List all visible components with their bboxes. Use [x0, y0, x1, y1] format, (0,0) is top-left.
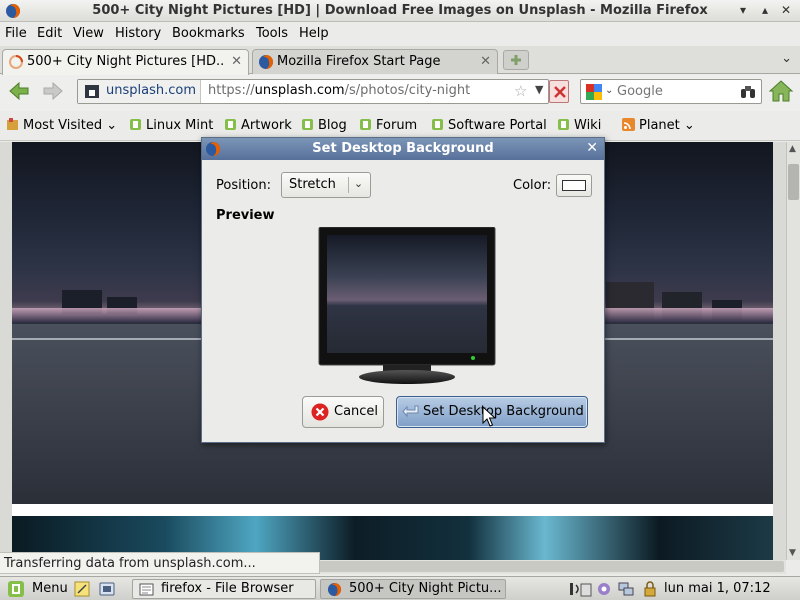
- bookmark-star-icon[interactable]: ☆: [514, 82, 527, 100]
- clock[interactable]: lun mai 1, 07:12: [664, 581, 771, 596]
- mouse-cursor-icon: [482, 406, 496, 427]
- menu-history[interactable]: History: [115, 26, 161, 41]
- mint-icon: [558, 119, 569, 130]
- text-editor-icon[interactable]: [74, 581, 90, 597]
- horizontal-scrollbar-thumb[interactable]: [318, 561, 784, 572]
- monitor-preview: [318, 227, 496, 384]
- menu-bookmarks[interactable]: Bookmarks: [172, 26, 245, 41]
- taskbar-item-firefox[interactable]: 500+ City Night Pictu...: [320, 579, 506, 599]
- apply-arrow-icon: [402, 405, 419, 418]
- search-engine-dropdown-icon[interactable]: ⌄: [605, 85, 613, 96]
- bookmark-blog[interactable]: Blog: [301, 118, 347, 133]
- bookmark-artwork[interactable]: Artwork: [224, 118, 292, 133]
- taskbar-item-file-browser[interactable]: firefox - File Browser: [132, 579, 316, 599]
- menu-button[interactable]: Menu: [32, 581, 68, 596]
- close-window-button[interactable]: ✕: [778, 2, 794, 18]
- menu-tools[interactable]: Tools: [256, 26, 288, 41]
- color-swatch: [562, 180, 586, 191]
- dialog-titlebar[interactable]: Set Desktop Background ✕: [202, 138, 604, 160]
- terminal-icon[interactable]: [99, 581, 115, 597]
- dialog-title: Set Desktop Background: [312, 141, 494, 156]
- cancel-button[interactable]: Cancel: [302, 396, 384, 428]
- bookmark-linux-mint[interactable]: Linux Mint: [129, 118, 213, 133]
- mint-icon: [130, 119, 141, 130]
- window-titlebar[interactable]: 500+ City Night Pictures [HD] | Download…: [0, 0, 800, 22]
- menu-file[interactable]: File: [5, 26, 27, 41]
- bookmark-planet[interactable]: Planet ⌄: [622, 118, 695, 133]
- bookmark-most-visited[interactable]: Most Visited ⌄: [6, 118, 117, 133]
- scrollbar-thumb[interactable]: [788, 164, 799, 200]
- preview-label: Preview: [216, 208, 275, 223]
- horizontal-scrollbar[interactable]: [318, 560, 786, 574]
- tab-firefox-start[interactable]: Mozilla Firefox Start Page ✕: [252, 49, 498, 74]
- url-bar[interactable]: unsplash.com https://unsplash.com/s/phot…: [77, 79, 549, 104]
- tab-close-icon[interactable]: ✕: [480, 54, 491, 69]
- loading-icon: [9, 55, 23, 69]
- vertical-scrollbar[interactable]: ▲ ▼: [786, 142, 800, 560]
- forward-arrow-icon[interactable]: [41, 79, 65, 103]
- window-title: 500+ City Night Pictures [HD] | Download…: [92, 3, 708, 18]
- lock-icon[interactable]: [642, 581, 658, 597]
- site-identity-icon: [85, 85, 99, 98]
- settings-icon[interactable]: [596, 581, 612, 597]
- tab-label: Mozilla Firefox Start Page: [277, 54, 441, 69]
- tab-unsplash[interactable]: 500+ City Night Pictures [HD... ✕: [2, 49, 249, 75]
- network-icon[interactable]: [618, 581, 634, 597]
- cancel-icon: [311, 403, 329, 421]
- menu-view[interactable]: View: [73, 26, 104, 41]
- scroll-down-icon[interactable]: ▼: [789, 548, 796, 558]
- chevron-down-icon: ⌄: [348, 177, 368, 193]
- identity-domain: unsplash.com: [106, 83, 196, 98]
- home-icon[interactable]: [768, 79, 794, 103]
- mint-icon: [302, 119, 313, 130]
- url-text[interactable]: https://unsplash.com/s/photos/city-night: [208, 83, 470, 98]
- maximize-button[interactable]: ▴: [757, 2, 773, 18]
- stop-button[interactable]: [549, 80, 569, 103]
- set-desktop-background-dialog: Set Desktop Background ✕ Position: Stret…: [201, 137, 605, 443]
- mint-menu-icon[interactable]: [8, 581, 24, 597]
- menu-bar: File Edit View History Bookmarks Tools H…: [0, 23, 800, 45]
- binoculars-icon[interactable]: [739, 83, 757, 101]
- back-arrow-icon[interactable]: [7, 79, 31, 103]
- color-picker-button[interactable]: [556, 174, 592, 197]
- taskbar: Menu firefox - File Browser 500+ City Ni…: [0, 576, 800, 600]
- clipboard-icon[interactable]: [578, 581, 594, 597]
- tab-list-chevron-icon[interactable]: ⌄: [781, 51, 792, 66]
- search-bar[interactable]: ⌄: [580, 79, 762, 104]
- mint-icon: [225, 119, 236, 130]
- mint-icon: [432, 119, 443, 130]
- tab-close-icon[interactable]: ✕: [231, 54, 242, 69]
- menu-help[interactable]: Help: [299, 26, 329, 41]
- bookmark-software-portal[interactable]: Software Portal: [431, 118, 547, 133]
- plus-icon: [511, 55, 521, 65]
- folder-icon: [139, 583, 154, 596]
- bookmark-folder-icon: [7, 118, 18, 130]
- mint-icon: [360, 119, 371, 130]
- dialog-close-icon[interactable]: ✕: [586, 140, 598, 156]
- new-tab-button[interactable]: [503, 50, 529, 70]
- menu-edit[interactable]: Edit: [37, 26, 62, 41]
- google-icon[interactable]: [585, 83, 603, 101]
- bookmark-forum[interactable]: Forum: [359, 118, 417, 133]
- chevron-down-icon: ⌄: [683, 118, 695, 133]
- chevron-down-icon: ⌄: [106, 118, 118, 133]
- stop-icon: [554, 86, 566, 98]
- firefox-icon: [327, 582, 342, 597]
- position-value: Stretch: [289, 177, 336, 192]
- site-identity-button[interactable]: unsplash.com: [78, 80, 201, 103]
- firefox-icon: [259, 55, 273, 69]
- scroll-up-icon[interactable]: ▲: [789, 144, 796, 154]
- status-text: Transferring data from unsplash.com...: [0, 552, 320, 574]
- color-label: Color:: [513, 178, 552, 193]
- minimize-button[interactable]: ▾: [735, 2, 751, 18]
- position-select[interactable]: Stretch ⌄: [281, 172, 371, 198]
- url-history-dropdown-icon[interactable]: ▼: [535, 83, 543, 96]
- tab-label: 500+ City Night Pictures [HD...: [27, 54, 223, 69]
- search-input[interactable]: [617, 82, 753, 101]
- bookmark-wiki[interactable]: Wiki: [557, 118, 601, 133]
- position-label: Position:: [216, 178, 271, 193]
- rss-icon: [622, 118, 635, 131]
